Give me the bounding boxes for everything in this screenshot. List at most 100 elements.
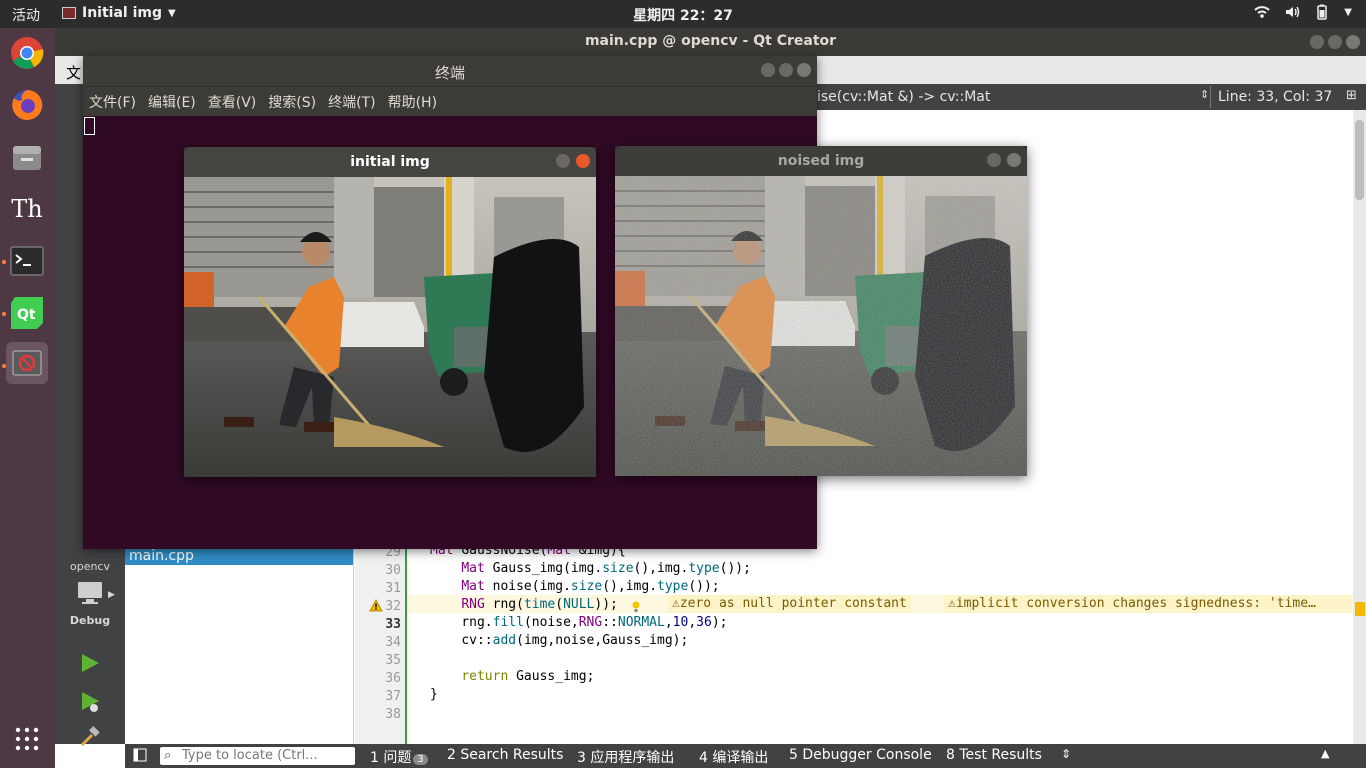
chevron-right-icon: ▶ — [108, 590, 115, 600]
code-line[interactable]: Mat noise(img.size(),img.type()); — [430, 579, 719, 594]
terminal-menu-item[interactable]: 文件(F) — [89, 92, 136, 112]
firefox-icon[interactable] — [6, 84, 48, 126]
menu-file[interactable]: 文 — [66, 62, 81, 83]
warning-icon[interactable] — [369, 597, 383, 616]
line-number[interactable]: 32 — [385, 599, 401, 614]
minimize-button[interactable] — [987, 153, 1001, 167]
line-number-gutter: 29 30 31 32 33 34 35 36 37 38 — [355, 545, 407, 744]
pane-compile-output[interactable]: 4 编译输出 — [699, 747, 768, 767]
initial-image — [184, 177, 596, 477]
pane-application-output[interactable]: 3 应用程序输出 — [577, 747, 674, 767]
close-button[interactable] — [1346, 35, 1360, 49]
warning-triangle-icon: ⚠ — [672, 596, 680, 611]
line-number[interactable]: 31 — [385, 581, 401, 596]
sidebar-toggle-icon[interactable] — [133, 748, 147, 766]
terminal-menu-item[interactable]: 终端(T) — [328, 92, 375, 112]
code-line[interactable]: return Gauss_img; — [430, 669, 594, 684]
qt-creator-titlebar[interactable]: main.cpp @ opencv - Qt Creator — [55, 28, 1366, 56]
terminal-menu-item[interactable]: 编辑(E) — [148, 92, 196, 112]
search-icon: ⌕ — [164, 748, 172, 763]
initial-img-title: initial img — [350, 154, 430, 170]
minimize-button[interactable] — [761, 63, 775, 77]
chevron-down-icon[interactable]: ▼ — [1344, 7, 1352, 18]
kit-mode-label: Debug — [69, 614, 111, 627]
noised-img-titlebar[interactable]: noised img — [615, 146, 1027, 176]
pane-debugger-console[interactable]: 5 Debugger Console — [789, 747, 932, 763]
line-number[interactable]: 34 — [385, 635, 401, 650]
pane-issues[interactable]: 1 问题 3 — [370, 747, 428, 767]
warning-annotation-2[interactable]: ⚠implicit conversion changes signedness:… — [944, 595, 1352, 613]
terminal-menu-item[interactable]: 搜索(S) — [268, 92, 316, 112]
chrome-icon[interactable] — [6, 32, 48, 74]
apps-grid-icon[interactable] — [6, 718, 48, 760]
code-line[interactable]: rng.fill(noise,RNG::NORMAL,10,36); — [430, 615, 727, 630]
updown-icon[interactable]: ⇕ — [1200, 88, 1209, 101]
maximize-pane-icon[interactable]: ▲ — [1321, 747, 1329, 760]
lightbulb-icon[interactable] — [632, 598, 640, 617]
function-combo[interactable]: ise(cv::Mat &) -> cv::Mat — [817, 89, 990, 105]
terminal-menu-item[interactable]: 帮助(H) — [388, 92, 437, 112]
minimize-button[interactable] — [1310, 35, 1324, 49]
qt-icon[interactable]: Qt — [6, 292, 48, 334]
noised-img-title: noised img — [777, 153, 865, 169]
open-document-item[interactable]: main.cpp — [125, 547, 353, 565]
volume-icon[interactable] — [1284, 4, 1300, 20]
line-number[interactable]: 33 — [385, 617, 401, 632]
terminal-menu-item[interactable]: 查看(V) — [208, 92, 257, 112]
terminal-icon[interactable] — [6, 240, 48, 282]
close-button[interactable] — [797, 63, 811, 77]
code-line[interactable]: } — [430, 687, 438, 702]
locator-input[interactable]: ⌕ Type to locate (Ctrl... — [160, 747, 355, 765]
updown-icon[interactable]: ⇕ — [1061, 747, 1071, 761]
app-window-icon — [62, 7, 76, 19]
blocked-app-icon[interactable] — [6, 342, 48, 384]
line-number[interactable]: 35 — [385, 653, 401, 668]
close-button[interactable] — [1007, 153, 1021, 167]
activities-button[interactable]: 活动 — [12, 5, 40, 25]
app-menu[interactable]: Initial img ▼ — [62, 5, 176, 21]
line-number[interactable]: 36 — [385, 671, 401, 686]
debug-run-button[interactable] — [55, 690, 125, 717]
noised-image — [615, 176, 1027, 476]
kit-selector[interactable]: ▶ — [55, 580, 125, 609]
scrollbar-thumb[interactable] — [1355, 120, 1364, 200]
files-icon[interactable] — [6, 136, 48, 178]
dock: Th Qt — [0, 28, 55, 768]
terminal-menubar: 文件(F) 编辑(E) 查看(V) 搜索(S) 终端(T) 帮助(H) — [83, 86, 817, 116]
scrollbar-warning-marker[interactable] — [1355, 602, 1365, 616]
code-line[interactable]: Mat Gauss_img(img.size(),img.type()); — [430, 561, 751, 576]
window-title: main.cpp @ opencv - Qt Creator — [584, 33, 837, 49]
separator — [1210, 86, 1211, 108]
split-icon[interactable]: ⊞ — [1346, 88, 1357, 103]
initial-img-window[interactable]: initial img — [184, 147, 596, 477]
editor-scrollbar[interactable] — [1353, 110, 1366, 744]
run-button[interactable] — [55, 652, 125, 677]
kit-project-label: opencv — [69, 560, 110, 573]
line-number[interactable]: 30 — [385, 563, 401, 578]
initial-img-titlebar[interactable]: initial img — [184, 147, 596, 177]
line-number[interactable]: 37 — [385, 689, 401, 704]
minimize-button[interactable] — [556, 154, 570, 168]
clock[interactable]: 星期四 22：27 — [0, 5, 1366, 25]
noised-img-window[interactable]: noised img — [615, 146, 1027, 476]
battery-icon[interactable] — [1314, 4, 1330, 20]
maximize-button[interactable] — [1328, 35, 1342, 49]
pane-search-results[interactable]: 2 Search Results — [447, 747, 563, 763]
pane-test-results[interactable]: 8 Test Results — [946, 747, 1042, 763]
issues-count-badge: 3 — [413, 754, 428, 765]
line-number[interactable]: 38 — [385, 707, 401, 722]
build-hammer-icon[interactable] — [55, 726, 125, 751]
output-pane-bar: ⌕ Type to locate (Ctrl... 1 问题 3 2 Search… — [125, 744, 1366, 768]
maximize-button[interactable] — [779, 63, 793, 77]
editor-toolbar: ise(cv::Mat &) -> cv::Mat ⇕ Line: 33, Co… — [800, 84, 1366, 110]
close-button[interactable] — [576, 154, 590, 168]
system-tray[interactable]: ▼ — [1254, 4, 1352, 20]
svg-text:Qt: Qt — [17, 307, 36, 323]
fonts-icon[interactable]: Th — [6, 188, 48, 230]
warning-annotation-1[interactable]: ⚠zero as null pointer constant — [668, 595, 911, 613]
terminal-titlebar[interactable]: 终端 — [83, 56, 817, 86]
code-line[interactable]: RNG rng(time(NULL)); — [430, 597, 618, 612]
code-line[interactable]: cv::add(img,noise,Gauss_img); — [430, 633, 688, 648]
line-col-indicator[interactable]: Line: 33, Col: 37 — [1218, 89, 1332, 105]
wifi-icon[interactable] — [1254, 4, 1270, 20]
